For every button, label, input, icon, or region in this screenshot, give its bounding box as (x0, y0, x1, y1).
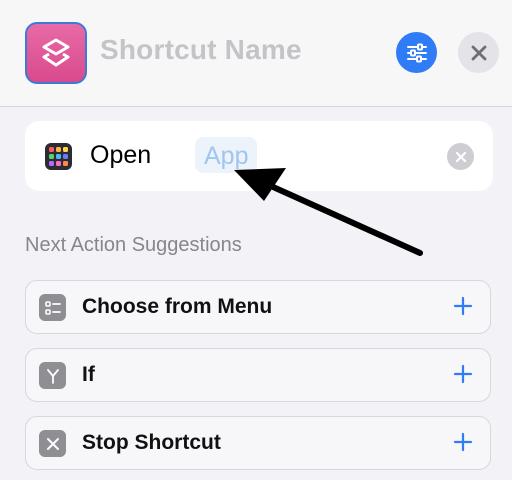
menu-list-icon (39, 294, 66, 321)
app-grid-icon (45, 143, 72, 170)
plus-icon (453, 296, 473, 316)
plus-icon (453, 364, 473, 384)
app-parameter-token[interactable]: App (195, 137, 258, 173)
remove-action-button[interactable] (447, 143, 474, 170)
shortcut-icon-button[interactable] (25, 22, 87, 84)
suggestion-label: If (82, 363, 95, 386)
editor-header: Shortcut Name (0, 0, 512, 107)
action-verb: Open (90, 141, 152, 169)
plus-icon (453, 432, 473, 452)
suggestion-label: Choose from Menu (82, 295, 273, 318)
close-button[interactable] (458, 32, 499, 73)
add-suggestion-button[interactable] (448, 291, 478, 321)
suggestion-choose-from-menu[interactable]: Choose from Menu (25, 280, 491, 334)
suggestion-stop-shortcut[interactable]: Stop Shortcut (25, 416, 491, 470)
suggestions-header: Next Action Suggestions (25, 234, 242, 256)
branch-icon (39, 362, 66, 389)
suggestion-if[interactable]: If (25, 348, 491, 402)
open-app-action-card[interactable]: Open App (25, 121, 493, 191)
add-suggestion-button[interactable] (448, 359, 478, 389)
add-suggestion-button[interactable] (448, 427, 478, 457)
shortcuts-layers-icon (42, 38, 70, 67)
stop-x-icon (39, 430, 66, 457)
clear-x-icon (455, 151, 466, 162)
close-icon (471, 45, 486, 60)
settings-button[interactable] (396, 32, 437, 73)
sliders-icon (406, 43, 427, 62)
shortcut-name-field[interactable]: Shortcut Name (100, 34, 302, 66)
suggestion-label: Stop Shortcut (82, 431, 221, 454)
